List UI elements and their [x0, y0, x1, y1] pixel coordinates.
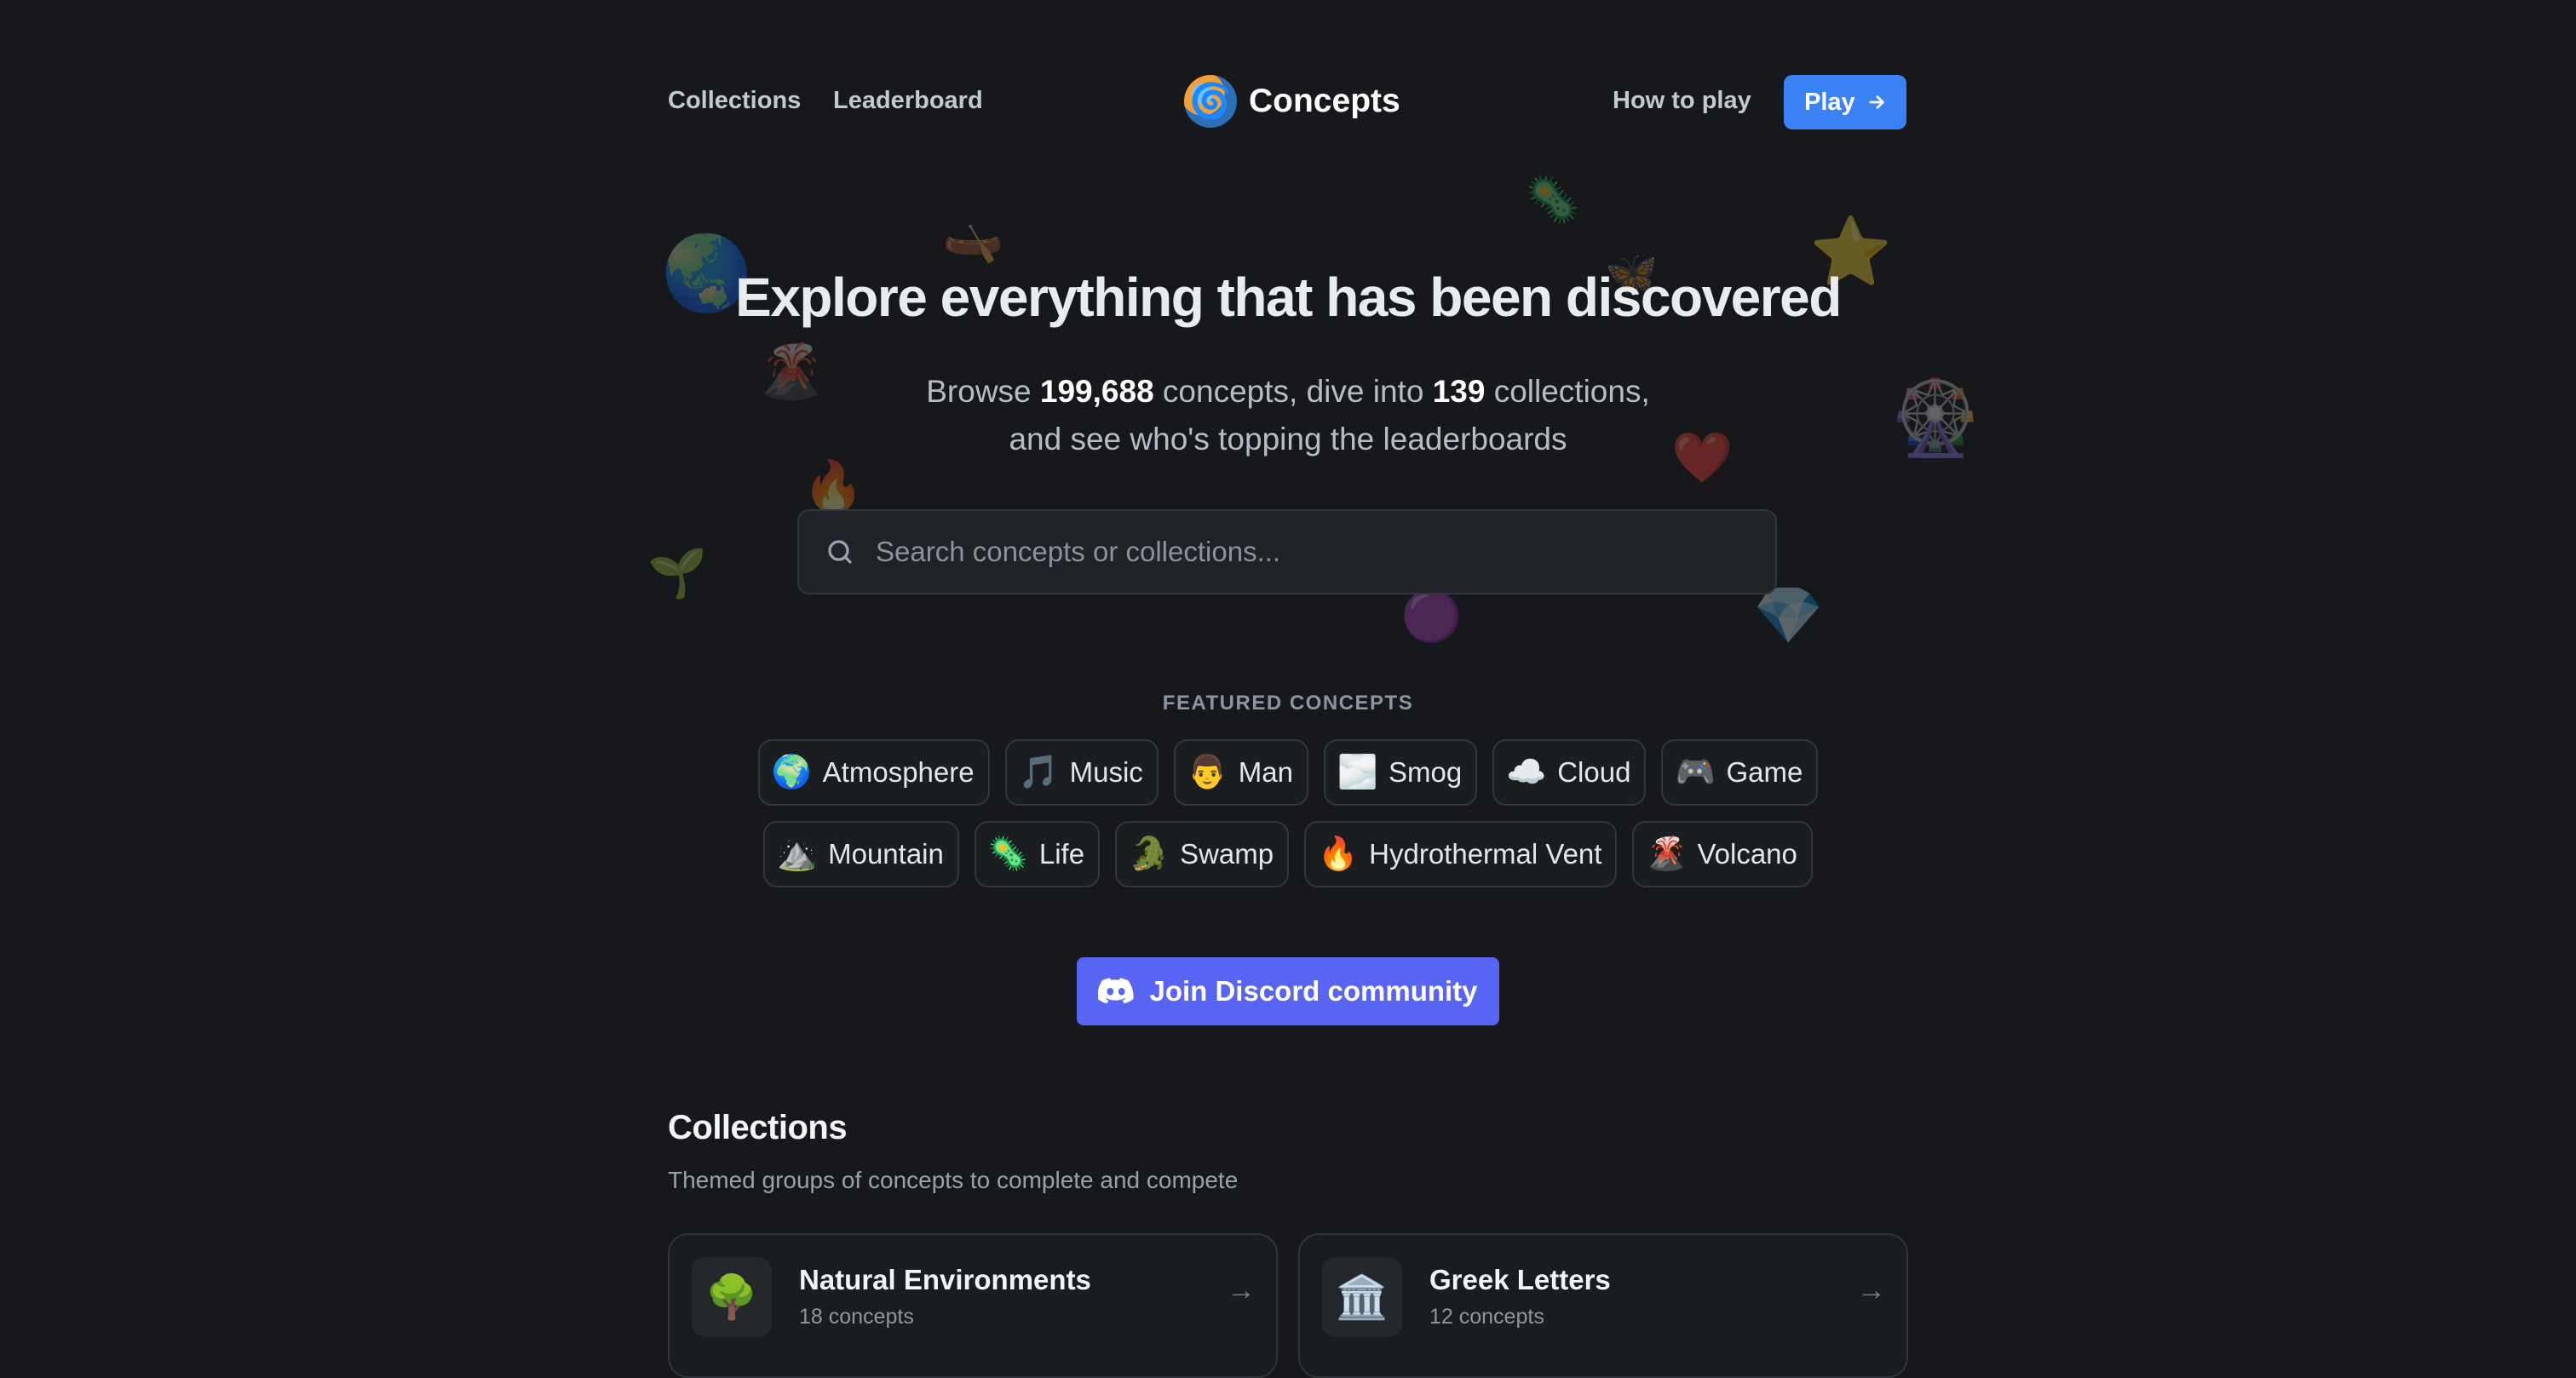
concept-count: 199,688: [1039, 374, 1154, 409]
discord-button[interactable]: Join Discord community: [1077, 957, 1499, 1025]
chip-label: Music: [1069, 756, 1143, 788]
arrow-right-icon: →: [1857, 1274, 1886, 1306]
tree-icon: 🌳: [692, 1257, 772, 1337]
concept-chip-atmosphere[interactable]: 🌍 Atmosphere: [757, 739, 990, 806]
hero-sub-mid: concepts, dive into: [1153, 374, 1433, 409]
game-controller-icon: 🎮: [1675, 755, 1716, 790]
concept-chip-man[interactable]: 👨 Man: [1173, 739, 1308, 806]
chip-label: Man: [1238, 756, 1293, 788]
crocodile-icon: 🐊: [1129, 836, 1170, 872]
card-title: Natural Environments: [799, 1264, 1091, 1295]
chip-label: Cloud: [1557, 756, 1631, 788]
hero-sub-suffix: collections,: [1485, 374, 1650, 409]
concept-chip-life[interactable]: 🦠 Life: [974, 821, 1101, 887]
chip-label: Volcano: [1697, 838, 1797, 870]
mountain-icon: ⛰️: [777, 836, 818, 872]
concept-chip-smog[interactable]: 🌫️ Smog: [1324, 739, 1478, 806]
concept-chip-cloud[interactable]: ☁️ Cloud: [1492, 739, 1647, 806]
chip-label: Life: [1038, 838, 1085, 870]
decor-fire-icon: 🔥: [802, 459, 865, 514]
nav-how-to-play[interactable]: How to play: [1613, 87, 1751, 115]
smog-icon: 🌫️: [1337, 755, 1378, 790]
play-label: Play: [1804, 88, 1855, 116]
search-box[interactable]: [797, 509, 1777, 594]
concept-chip-mountain[interactable]: ⛰️ Mountain: [763, 821, 959, 887]
hero-subtitle-line2: and see who's topping the leaderboards: [1009, 422, 1567, 456]
atmosphere-icon: 🌍: [771, 755, 812, 790]
man-icon: 👨: [1187, 755, 1228, 790]
brand-name: Concepts: [1249, 83, 1400, 119]
chip-label: Mountain: [828, 838, 944, 870]
chip-label: Smog: [1389, 756, 1463, 788]
page-title: Explore everything that has been discove…: [735, 267, 1842, 328]
collections-subtitle: Themed groups of concepts to complete an…: [668, 1167, 1239, 1193]
card-count: 12 concepts: [1429, 1305, 1544, 1329]
discord-label: Join Discord community: [1149, 975, 1478, 1007]
collection-card-natural-environments[interactable]: 🌳 Natural Environments 18 concepts →: [668, 1233, 1278, 1378]
fire-icon: 🔥: [1318, 836, 1359, 872]
arrow-right-icon: [1868, 95, 1884, 109]
nav-collections[interactable]: Collections: [668, 87, 801, 115]
discord-icon: [1098, 978, 1135, 1004]
nav-leaderboard[interactable]: Leaderboard: [833, 87, 983, 115]
concept-chip-volcano[interactable]: 🌋 Volcano: [1632, 821, 1813, 887]
music-icon: 🎵: [1018, 755, 1059, 790]
concept-chip-music[interactable]: 🎵 Music: [1004, 739, 1159, 806]
cloud-icon: ☁️: [1506, 755, 1547, 790]
chip-label: Hydrothermal Vent: [1369, 838, 1602, 870]
decor-orb-icon: 🟣: [1400, 589, 1463, 644]
search-icon: [828, 540, 852, 564]
chip-label: Swamp: [1180, 838, 1274, 870]
concept-chip-swamp[interactable]: 🐊 Swamp: [1115, 821, 1290, 887]
classical-building-icon: 🏛️: [1322, 1257, 1402, 1337]
featured-row-1: 🌍 Atmosphere 🎵 Music 👨 Man 🌫️ Smog ☁️ Cloud 🎮…: [0, 739, 2576, 806]
hero-sub-prefix: Browse: [926, 374, 1040, 409]
search-input[interactable]: [874, 535, 1729, 569]
decor-microbe-icon: 🦠: [1525, 175, 1580, 225]
card-count: 18 concepts: [799, 1305, 914, 1329]
brand-logo-icon: 🌀: [1184, 75, 1237, 128]
collection-count: 139: [1432, 374, 1486, 409]
concept-chip-hydrothermal-vent[interactable]: 🔥 Hydrothermal Vent: [1304, 821, 1618, 887]
chip-label: Game: [1726, 756, 1803, 788]
featured-label: FEATURED CONCEPTS: [1162, 692, 1414, 715]
collections-title: Collections: [668, 1109, 848, 1146]
life-icon: 🦠: [987, 836, 1029, 872]
arrow-right-icon: →: [1227, 1274, 1256, 1306]
featured-row-2: ⛰️ Mountain 🦠 Life 🐊 Swamp 🔥 Hydrothermal Ve…: [0, 821, 2576, 887]
collection-card-greek-letters[interactable]: 🏛️ Greek Letters 12 concepts →: [1298, 1233, 1908, 1378]
decor-seedling-icon: 🌱: [647, 546, 707, 600]
chip-label: Atmosphere: [822, 756, 975, 788]
decor-boat-icon: 🛶: [942, 209, 1004, 264]
play-button[interactable]: Play: [1784, 75, 1906, 129]
hero-subtitle: Browse 199,688 concepts, dive into 139 c…: [0, 368, 2576, 416]
brand-home-link[interactable]: 🌀 Concepts: [1184, 75, 1400, 128]
concept-chip-game[interactable]: 🎮 Game: [1661, 739, 1819, 806]
card-title: Greek Letters: [1429, 1264, 1611, 1295]
volcano-icon: 🌋: [1646, 836, 1687, 872]
